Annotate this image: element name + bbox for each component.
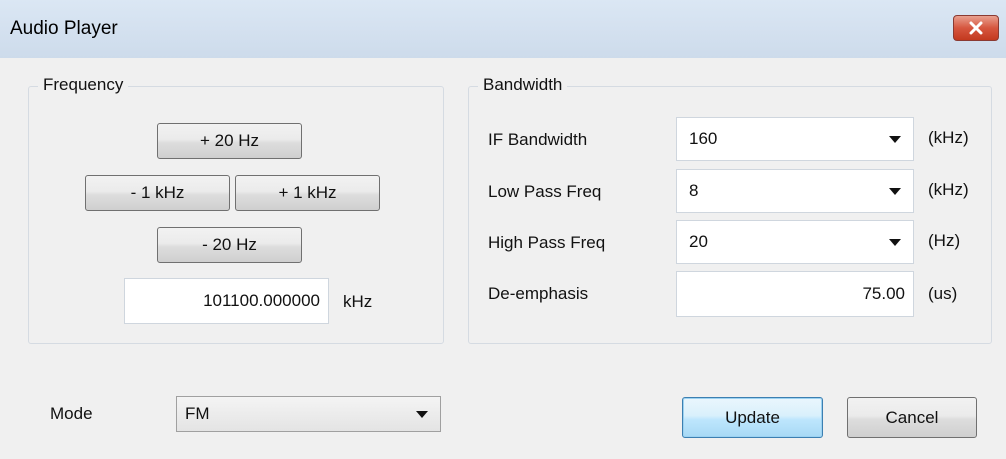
high-pass-unit: (Hz) — [928, 231, 961, 250]
chevron-down-icon — [889, 239, 901, 246]
chevron-down-icon — [889, 188, 901, 195]
mode-label: Mode — [50, 404, 93, 423]
update-button[interactable]: Update — [682, 397, 823, 438]
frequency-input[interactable]: 101100.000000 — [124, 278, 329, 324]
bandwidth-group-label: Bandwidth — [478, 75, 568, 95]
low-pass-label: Low Pass Freq — [488, 182, 602, 201]
high-pass-select[interactable]: 20 — [676, 220, 914, 264]
chevron-down-icon — [889, 136, 901, 143]
close-icon — [969, 21, 983, 35]
cancel-button[interactable]: Cancel — [847, 397, 977, 438]
chevron-down-icon — [416, 411, 428, 418]
high-pass-value: 20 — [689, 232, 708, 251]
plus-1khz-button[interactable]: + 1 kHz — [235, 175, 380, 211]
if-bandwidth-unit: (kHz) — [928, 128, 969, 147]
audio-player-dialog: Audio Player Frequency + 20 Hz - 1 kHz +… — [0, 0, 1006, 459]
frequency-group-label: Frequency — [38, 75, 129, 95]
if-bandwidth-select[interactable]: 160 — [676, 117, 914, 161]
minus-1khz-button[interactable]: - 1 kHz — [85, 175, 230, 211]
mode-select[interactable]: FM — [176, 396, 441, 432]
close-button[interactable] — [953, 15, 999, 41]
window-title: Audio Player — [10, 18, 118, 39]
frequency-unit-label: kHz — [343, 292, 373, 311]
low-pass-value: 8 — [689, 181, 699, 200]
low-pass-unit: (kHz) — [928, 180, 969, 199]
mode-value: FM — [185, 404, 210, 423]
de-emphasis-unit: (us) — [928, 284, 958, 303]
minus-20hz-button[interactable]: - 20 Hz — [157, 227, 302, 263]
de-emphasis-label: De-emphasis — [488, 284, 589, 303]
plus-20hz-button[interactable]: + 20 Hz — [157, 123, 302, 159]
high-pass-label: High Pass Freq — [488, 233, 606, 252]
title-bar: Audio Player — [0, 0, 1006, 58]
if-bandwidth-label: IF Bandwidth — [488, 130, 588, 149]
low-pass-select[interactable]: 8 — [676, 169, 914, 213]
de-emphasis-input[interactable]: 75.00 — [676, 271, 914, 317]
if-bandwidth-value: 160 — [689, 129, 718, 148]
